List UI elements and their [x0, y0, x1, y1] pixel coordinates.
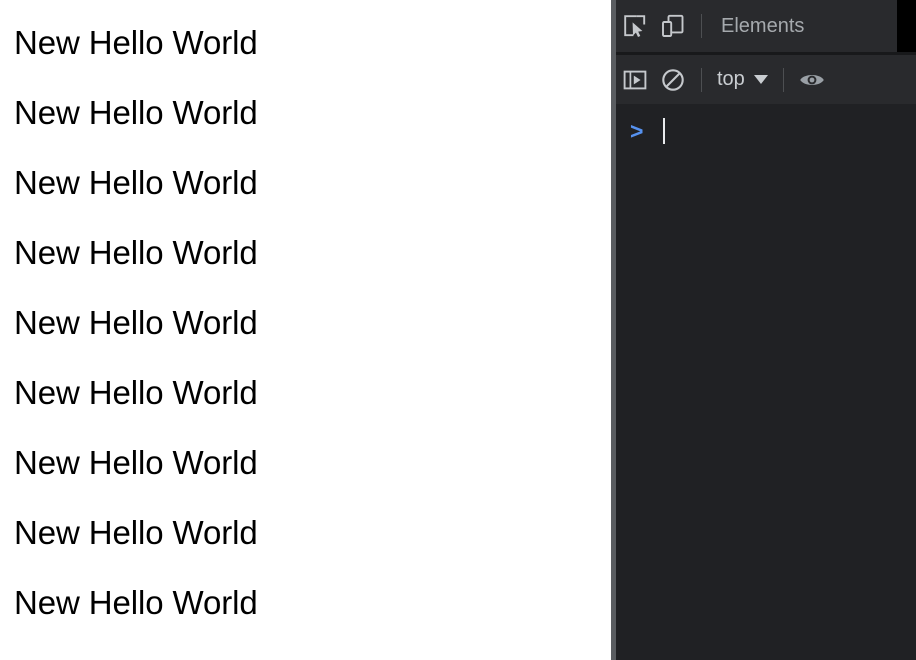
clear-console-button[interactable]: [654, 55, 692, 104]
page-text-line: New Hello World: [14, 94, 258, 131]
console-prompt-chevron-icon: >: [630, 117, 644, 144]
page-text-line: New Hello World: [14, 234, 258, 271]
console-context-selector[interactable]: top: [711, 55, 774, 104]
page-text-line: New Hello World: [14, 24, 258, 61]
page-text-line: New Hello World: [14, 304, 258, 341]
toolbar-divider: [701, 14, 702, 38]
device-toolbar-icon: [660, 13, 686, 39]
live-expression-button[interactable]: [793, 55, 831, 104]
console-sidebar-toggle-icon: [622, 67, 648, 93]
inspect-element-button[interactable]: [616, 0, 654, 52]
console-prompt-row[interactable]: >: [616, 114, 916, 148]
devtools-panel: Elements top >: [616, 0, 916, 660]
toolbar-divider: [701, 67, 702, 92]
devtools-tabbar-overflow: [897, 0, 916, 52]
inspect-element-icon: [622, 13, 648, 39]
console-toolbar: top: [616, 55, 916, 146]
clear-console-icon: [660, 67, 686, 93]
devtools-tabbar: Elements: [616, 0, 916, 52]
device-toolbar-button[interactable]: [654, 0, 692, 52]
page-text-line: New Hello World: [14, 374, 258, 411]
chevron-down-icon: [753, 75, 768, 84]
console-input-caret: [663, 118, 665, 144]
page-text-line: New Hello World: [14, 654, 258, 660]
page-text-line: New Hello World: [14, 584, 258, 621]
console-context-label: top: [717, 68, 745, 90]
browser-window: New Hello World New Hello World New Hell…: [0, 0, 916, 660]
toolbar-divider: [782, 67, 784, 92]
page-text-line: New Hello World: [14, 164, 258, 201]
tab-elements[interactable]: Elements: [711, 0, 814, 52]
console-sidebar-toggle-button[interactable]: [616, 55, 654, 104]
page-text-line: New Hello World: [14, 444, 258, 481]
tab-elements-label: Elements: [721, 14, 805, 37]
page-text-line: New Hello World: [14, 514, 258, 551]
page-viewport: New Hello World New Hello World New Hell…: [0, 0, 611, 660]
live-expression-eye-icon: [798, 67, 826, 93]
console-body[interactable]: >: [616, 104, 916, 660]
